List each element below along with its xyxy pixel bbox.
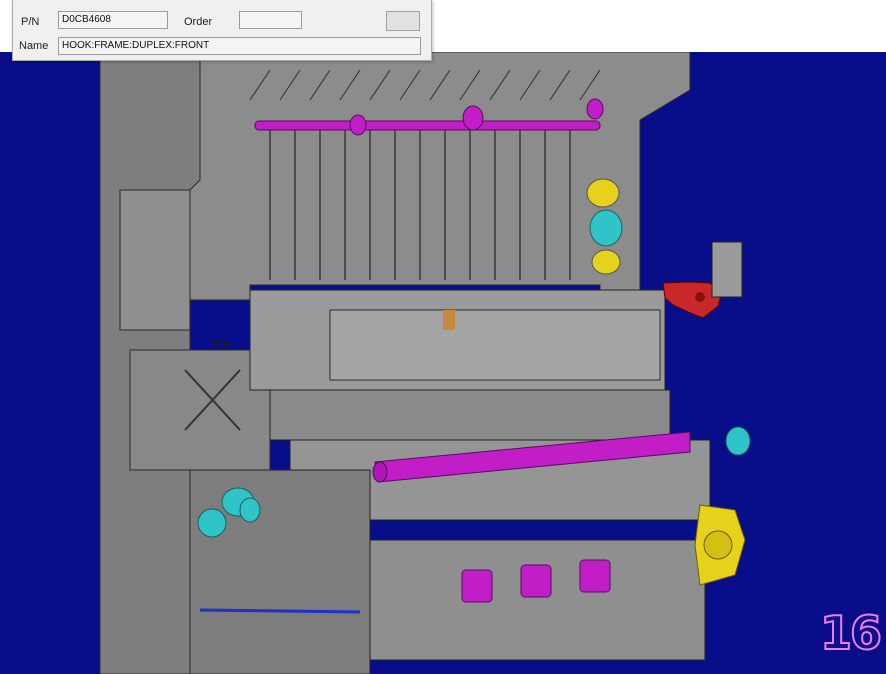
lower-frame xyxy=(189,469,371,674)
parts-viewer: FIN 16 P/N D0CB4608 Order Name HOOK:FRAM… xyxy=(0,0,886,674)
duplex-cover xyxy=(329,309,661,381)
pn-label: P/N xyxy=(21,16,40,28)
part-info-panel: P/N D0CB4608 Order Name HOOK:FRAME:DUPLE… xyxy=(12,0,432,61)
release-latch xyxy=(443,310,455,330)
lower-rail xyxy=(199,608,361,614)
pn-field[interactable]: D0CB4608 xyxy=(58,11,168,29)
cad-canvas[interactable]: FIN 16 xyxy=(0,52,886,674)
lower-left-bracket xyxy=(129,349,271,471)
name-label: Name xyxy=(19,40,49,52)
duplex-lower-tray xyxy=(364,539,706,661)
duplex-unit-drawing[interactable]: FIN xyxy=(0,52,886,674)
duplex-guide-plate xyxy=(269,389,671,441)
drive-gear xyxy=(694,504,746,586)
right-mount-bracket xyxy=(711,241,743,298)
page-number: 16 xyxy=(819,605,883,661)
name-field[interactable]: HOOK:FRAME:DUPLEX:FRONT xyxy=(58,37,421,55)
order-label: Order xyxy=(184,16,213,28)
left-bracket xyxy=(119,189,191,331)
fin-marking: FIN xyxy=(213,338,231,351)
order-button[interactable] xyxy=(386,11,420,31)
order-field[interactable] xyxy=(239,11,302,29)
